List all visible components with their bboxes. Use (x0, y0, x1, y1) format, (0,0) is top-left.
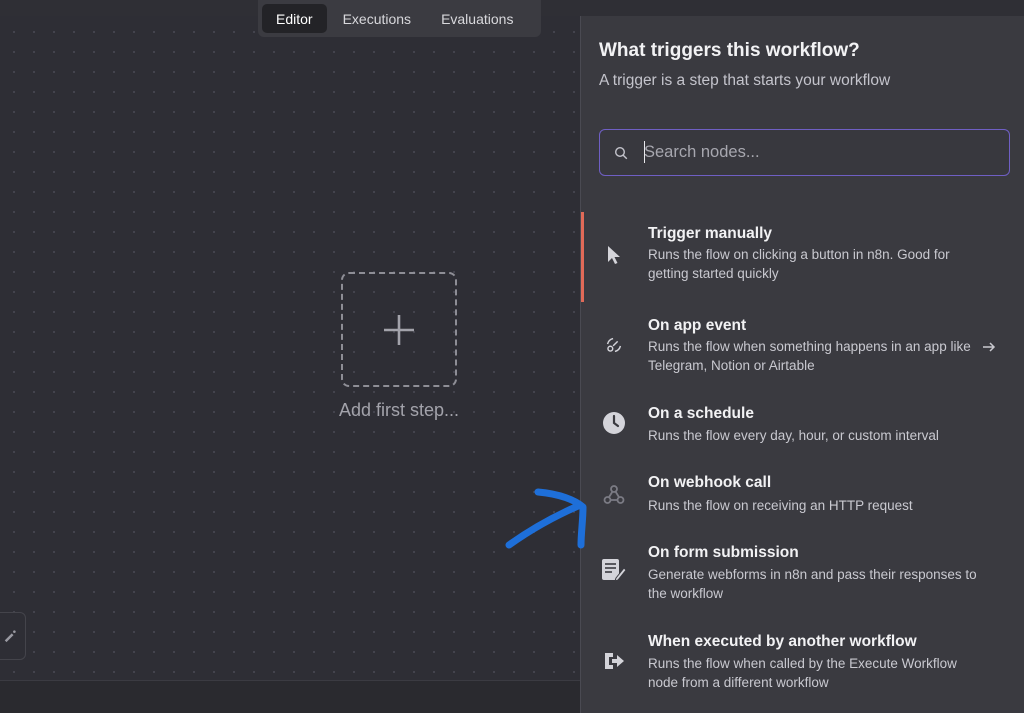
search-box[interactable] (599, 129, 1010, 176)
tab-editor[interactable]: Editor (262, 4, 327, 33)
trigger-item-execute-workflow[interactable]: When executed by another workflow Runs t… (581, 616, 1024, 706)
text-caret (644, 141, 645, 163)
sign-in-icon (601, 648, 627, 674)
trigger-item-webhook[interactable]: On webhook call Runs the flow on receivi… (581, 458, 1024, 528)
tab-evaluations[interactable]: Evaluations (427, 4, 527, 33)
trigger-item-title: On a schedule (648, 405, 754, 422)
arrow-right-icon (983, 342, 996, 352)
wand-icon (4, 630, 16, 643)
add-first-step-label: Add first step... (338, 400, 460, 420)
trigger-item-manual[interactable]: Trigger manually Runs the flow on clicki… (581, 212, 1024, 302)
trigger-item-form[interactable]: On form submission Generate webforms in … (581, 528, 1024, 616)
webhook-icon (601, 482, 627, 508)
app-event-icon (601, 332, 627, 358)
trigger-item-description: Runs the flow every day, hour, or custom… (648, 428, 939, 443)
trigger-item-description: Runs the flow when called by the Execute… (648, 656, 957, 690)
trigger-item-schedule[interactable]: On a schedule Runs the flow every day, h… (581, 388, 1024, 458)
plus-icon (384, 314, 414, 345)
workflow-canvas[interactable] (0, 16, 580, 680)
canvas-bottom-bar (0, 680, 580, 713)
trigger-item-description: Generate webforms in n8n and pass their … (648, 567, 977, 601)
add-first-step-button[interactable] (341, 272, 457, 387)
clock-icon (601, 410, 627, 436)
trigger-panel: What triggers this workflow? A trigger i… (580, 16, 1024, 713)
trigger-item-description: Runs the flow when something happens in … (648, 339, 971, 373)
panel-title: What triggers this workflow? (599, 40, 860, 61)
search-input[interactable] (644, 143, 984, 162)
trigger-item-title: Trigger manually (648, 225, 773, 242)
trigger-item-title: On form submission (648, 544, 799, 561)
trigger-item-description: Runs the flow on clicking a button in n8… (648, 247, 950, 281)
trigger-item-app-event[interactable]: On app event Runs the flow when somethin… (581, 302, 1024, 388)
canvas-tool-button[interactable] (0, 612, 26, 660)
trigger-item-title: When executed by another workflow (648, 633, 917, 650)
trigger-item-title: On app event (648, 317, 747, 334)
trigger-item-description: Runs the flow on receiving an HTTP reque… (648, 498, 913, 513)
tab-executions[interactable]: Executions (329, 4, 425, 33)
cursor-icon (601, 242, 627, 268)
panel-subtitle: A trigger is a step that starts your wor… (599, 72, 891, 89)
view-tabs: Editor Executions Evaluations (258, 0, 541, 37)
form-icon (601, 557, 627, 583)
trigger-item-title: On webhook call (648, 474, 772, 491)
search-icon (614, 146, 628, 159)
